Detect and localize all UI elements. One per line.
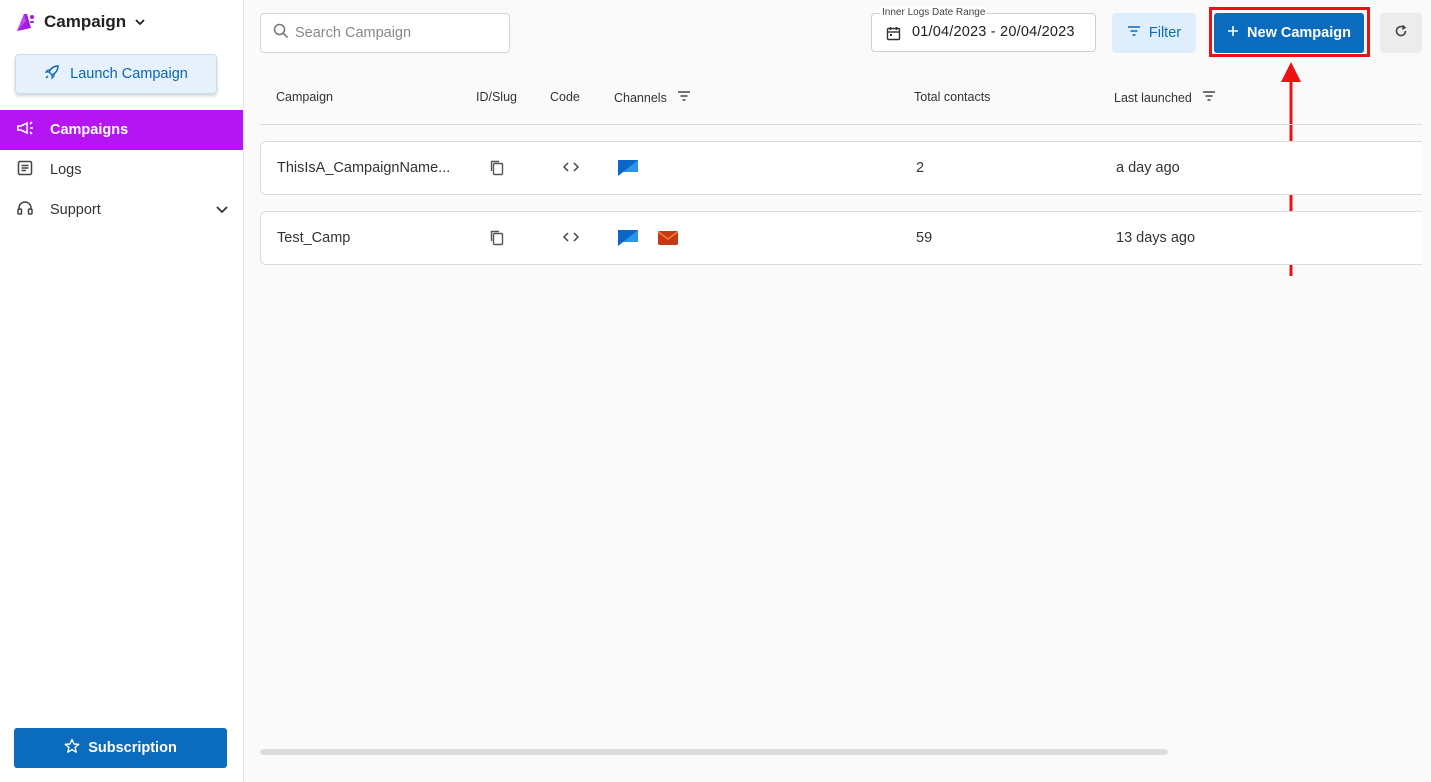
filter-label: Filter (1148, 25, 1182, 41)
headset-icon (16, 199, 34, 221)
column-header-label: Campaign (276, 90, 333, 104)
refresh-button[interactable] (1380, 13, 1422, 53)
last-launched: 13 days ago (1116, 230, 1196, 246)
column-header-label: Code (550, 90, 580, 104)
date-range-label: Inner Logs Date Range (880, 7, 988, 18)
sidebar-item-label: Logs (50, 162, 82, 178)
total-contacts: 59 (916, 230, 933, 246)
new-campaign-button[interactable]: New Campaign (1214, 13, 1364, 53)
launch-campaign-button[interactable]: Launch Campaign (15, 54, 217, 94)
column-header-id-slug: ID/Slug (476, 90, 517, 104)
star-icon (64, 738, 80, 758)
launch-campaign-label: Launch Campaign (70, 66, 188, 82)
filter-icon[interactable] (1202, 90, 1216, 105)
blue-chat-icon (617, 159, 639, 181)
code-icon[interactable] (562, 231, 580, 247)
date-range-value: 01/04/2023 - 20/04/2023 (912, 24, 1075, 40)
last-launched: a day ago (1116, 160, 1180, 176)
column-header-label: Channels (614, 90, 667, 105)
filter-icon (1127, 25, 1141, 41)
horizontal-scrollbar[interactable] (260, 749, 1168, 755)
campaign-name[interactable]: Test_Camp (277, 230, 350, 246)
megaphone-logo-icon (14, 11, 36, 33)
blue-chat-icon (617, 229, 639, 251)
column-header-total-contacts: Total contacts (914, 90, 990, 104)
column-header-label: ID/Slug (476, 90, 517, 104)
sidebar-item-label: Campaigns (50, 122, 129, 138)
app-title: Campaign (44, 12, 127, 31)
chevron-down-icon (134, 16, 146, 28)
refresh-icon (1394, 24, 1408, 43)
calendar-icon (886, 26, 901, 46)
megaphone-icon (16, 120, 34, 140)
date-range-picker[interactable]: Inner Logs Date Range 01/04/2023 - 20/04… (871, 7, 1096, 52)
filter-icon[interactable] (677, 90, 691, 105)
column-header-label: Last launched (1114, 90, 1192, 105)
sidebar-nav: Campaigns Logs Support (0, 110, 243, 230)
sidebar-item-logs[interactable]: Logs (0, 150, 243, 190)
total-contacts: 2 (916, 160, 925, 176)
code-icon[interactable] (562, 161, 580, 177)
copy-icon[interactable] (489, 159, 505, 181)
column-header-channels: Channels (614, 90, 691, 105)
sidebar-item-campaigns[interactable]: Campaigns (0, 110, 243, 150)
search-input[interactable] (295, 25, 495, 41)
subscription-label: Subscription (88, 740, 177, 756)
chevron-down-icon (215, 202, 229, 220)
column-header-last-launched: Last launched (1114, 90, 1216, 105)
subscription-button[interactable]: Subscription (14, 728, 227, 768)
sidebar-item-support[interactable]: Support (0, 190, 243, 230)
red-mail-icon (657, 230, 679, 250)
column-header-campaign: Campaign (276, 90, 333, 104)
column-header-code: Code (550, 90, 580, 104)
filter-button[interactable]: Filter (1112, 13, 1196, 53)
app-switcher[interactable]: Campaign (14, 8, 146, 36)
campaign-name[interactable]: ThisIsA_CampaignName... (277, 160, 450, 176)
search-box (260, 13, 510, 53)
copy-icon[interactable] (489, 229, 505, 251)
document-icon (16, 159, 34, 181)
search-icon (273, 23, 289, 44)
table-row[interactable]: Test_Camp 59 13 days ago (260, 211, 1422, 265)
sidebar-item-label: Support (50, 202, 101, 218)
plus-icon (1227, 25, 1239, 41)
rocket-icon (44, 64, 60, 84)
table-row[interactable]: ThisIsA_CampaignName... 2 a day ago (260, 141, 1422, 195)
new-campaign-label: New Campaign (1247, 25, 1351, 41)
table-header: Campaign ID/Slug Code Channels Total con… (260, 80, 1422, 125)
sidebar: Campaign Launch Campaign Campaigns Logs (0, 0, 244, 782)
column-header-label: Total contacts (914, 90, 991, 104)
